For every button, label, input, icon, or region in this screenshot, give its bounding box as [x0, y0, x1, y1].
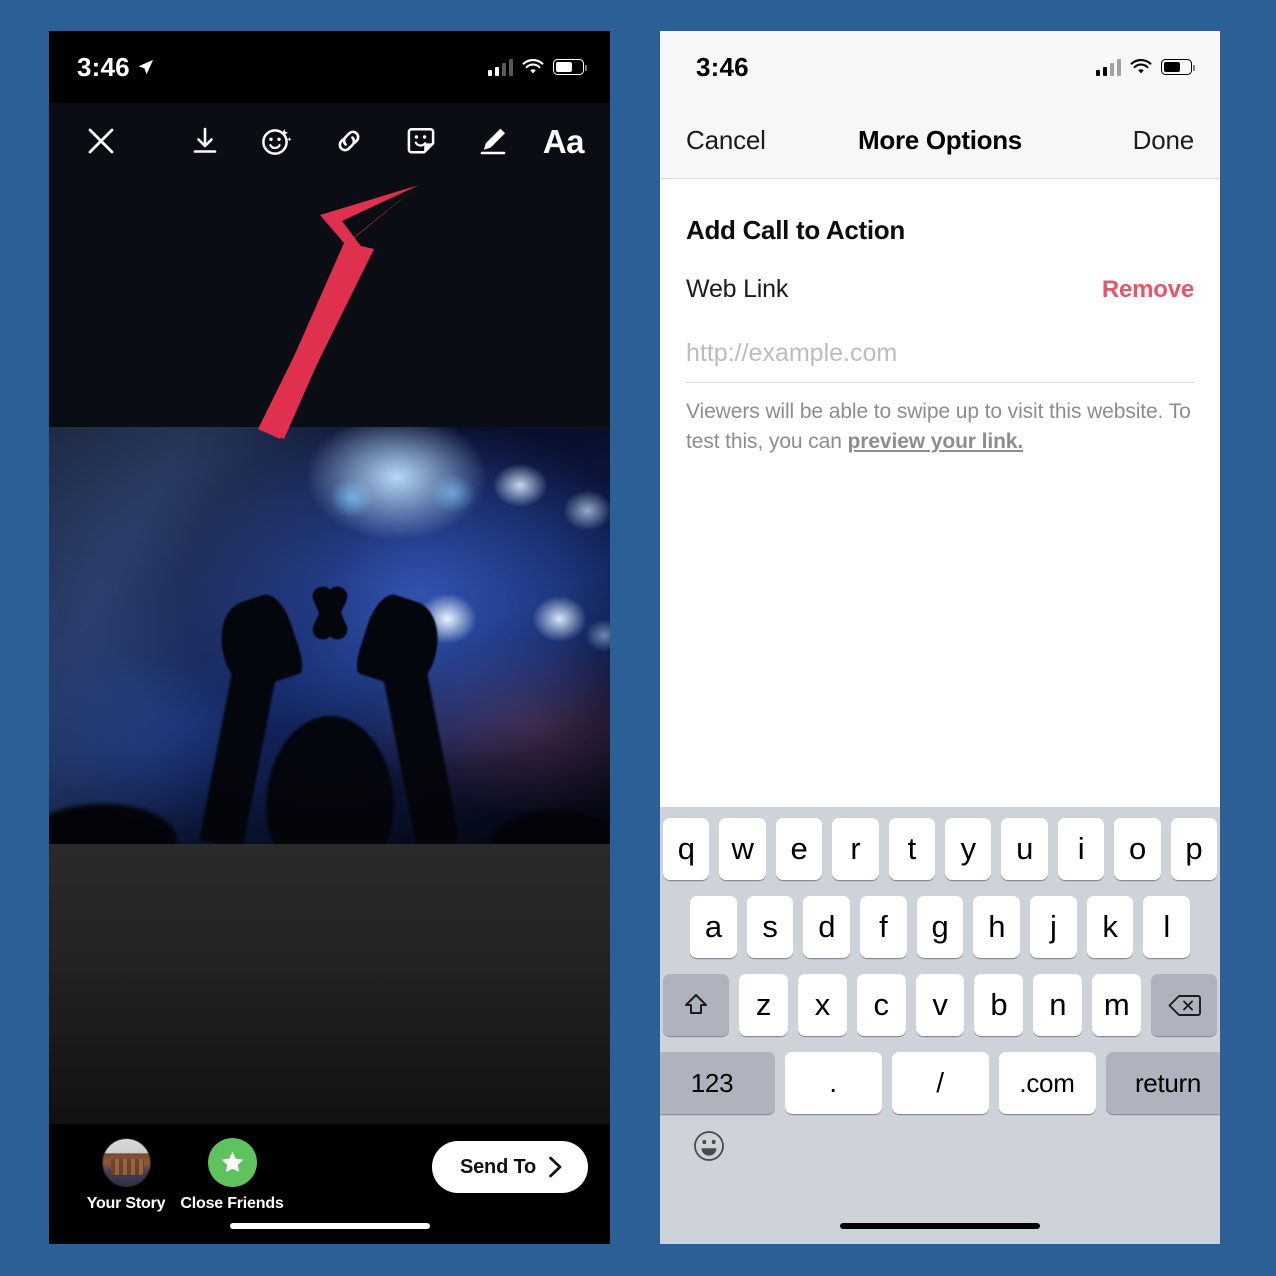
- story-photo: [49, 427, 610, 876]
- keyboard-row-3: z x c v b n m: [663, 974, 1218, 1036]
- key-k[interactable]: k: [1086, 896, 1134, 958]
- story-canvas: [49, 179, 610, 1124]
- key-n[interactable]: n: [1033, 974, 1083, 1036]
- key-y[interactable]: y: [945, 818, 992, 880]
- send-to-label: Send To: [459, 1155, 536, 1178]
- remove-button[interactable]: Remove: [1102, 276, 1194, 304]
- cancel-button[interactable]: Cancel: [686, 125, 766, 156]
- key-f[interactable]: f: [860, 896, 907, 958]
- send-to-button[interactable]: Send To: [431, 1141, 588, 1193]
- star-icon: [207, 1138, 257, 1187]
- keyboard-row-1: q w e r t y u i o p: [662, 818, 1218, 880]
- key-d[interactable]: d: [803, 896, 850, 958]
- more-options-phone: 3:46 Cancel More Options Done Add Call t…: [660, 31, 1220, 1244]
- draw-icon[interactable]: [471, 119, 515, 163]
- chevron-right-icon: [549, 1156, 562, 1178]
- status-bar-time: 3:46: [77, 51, 130, 82]
- key-u[interactable]: u: [1001, 818, 1048, 880]
- key-w[interactable]: w: [719, 818, 766, 880]
- period-key[interactable]: .: [784, 1052, 882, 1114]
- status-bar: 3:46: [49, 31, 610, 103]
- wifi-icon: [522, 58, 544, 73]
- navigation-bar: Cancel More Options Done: [660, 103, 1220, 179]
- effects-icon[interactable]: [255, 119, 299, 163]
- web-link-row: Web Link Remove: [686, 275, 1194, 304]
- section-title: Add Call to Action: [686, 215, 905, 245]
- key-g[interactable]: g: [916, 896, 964, 958]
- key-o[interactable]: o: [1114, 818, 1161, 880]
- save-icon[interactable]: [183, 119, 227, 163]
- close-button[interactable]: [79, 119, 123, 163]
- preview-your-link-link[interactable]: preview your link.: [848, 430, 1024, 453]
- toolbar-tools: Aa: [183, 119, 585, 163]
- home-indicator: [840, 1223, 1040, 1229]
- helper-text: Viewers will be able to swipe up to visi…: [686, 397, 1194, 457]
- key-j[interactable]: j: [1030, 896, 1077, 958]
- onscreen-keyboard: q w e r t y u i o p a s d f g h j k l z …: [660, 807, 1220, 1244]
- canvas-bottom-padding: [49, 844, 610, 1124]
- instagram-story-editor-phone: 3:46 Aa Your Story Close Friends Send To: [49, 31, 610, 1244]
- key-v[interactable]: v: [915, 974, 965, 1036]
- key-t[interactable]: t: [888, 818, 935, 880]
- canvas-top-padding: [49, 179, 610, 427]
- dotcom-key[interactable]: .com: [998, 1052, 1096, 1114]
- key-x[interactable]: x: [797, 974, 847, 1036]
- battery-icon: [1161, 59, 1196, 75]
- key-p[interactable]: p: [1170, 818, 1218, 880]
- story-editor-toolbar: Aa: [49, 103, 610, 179]
- status-bar-indicators: [1095, 58, 1196, 76]
- audience-your-story[interactable]: Your Story: [73, 1138, 179, 1213]
- keyboard-bottom-row: [663, 1114, 1217, 1192]
- close-friends-label: Close Friends: [180, 1195, 284, 1212]
- key-z[interactable]: z: [739, 974, 788, 1036]
- wifi-icon: [1130, 58, 1152, 73]
- return-key[interactable]: return: [1105, 1052, 1220, 1114]
- status-bar: 3:46: [660, 31, 1220, 103]
- your-story-label: Your Story: [86, 1195, 166, 1212]
- emoji-smiley-icon[interactable]: [689, 1126, 729, 1166]
- key-s[interactable]: s: [746, 896, 794, 958]
- cellular-signal-icon: [487, 58, 513, 76]
- key-h[interactable]: h: [973, 896, 1021, 958]
- link-icon[interactable]: [327, 119, 371, 163]
- key-c[interactable]: c: [856, 974, 906, 1036]
- key-e[interactable]: e: [775, 818, 823, 880]
- audience-close-friends[interactable]: Close Friends: [179, 1138, 285, 1213]
- key-b[interactable]: b: [974, 974, 1024, 1036]
- photo-vignette: [49, 427, 610, 844]
- key-m[interactable]: m: [1092, 974, 1142, 1036]
- status-bar-time: 3:46: [696, 51, 749, 82]
- numbers-key[interactable]: 123: [660, 1052, 775, 1114]
- key-a[interactable]: a: [689, 896, 737, 958]
- status-bar-time-group: 3:46: [77, 52, 154, 83]
- location-arrow-icon: [138, 59, 153, 74]
- delete-backspace-icon[interactable]: [1151, 974, 1218, 1036]
- key-l[interactable]: l: [1143, 896, 1191, 958]
- battery-icon: [553, 59, 588, 75]
- keyboard-row-4: 123 . / .com return: [660, 1052, 1220, 1114]
- home-indicator: [229, 1223, 430, 1229]
- key-q[interactable]: q: [662, 818, 710, 880]
- avatar: [101, 1138, 151, 1187]
- web-link-label: Web Link: [686, 275, 789, 303]
- status-bar-indicators: [487, 58, 588, 76]
- key-i[interactable]: i: [1057, 818, 1105, 880]
- slash-key[interactable]: /: [891, 1052, 989, 1114]
- cellular-signal-icon: [1095, 58, 1121, 76]
- call-to-action-form: Add Call to Action Web Link Remove Viewe…: [660, 179, 1220, 799]
- text-icon[interactable]: Aa: [543, 125, 585, 158]
- key-r[interactable]: r: [832, 818, 879, 880]
- sticker-icon[interactable]: [399, 119, 443, 163]
- close-x-icon[interactable]: [79, 119, 123, 163]
- done-button[interactable]: Done: [1133, 125, 1195, 156]
- keyboard-row-2: a s d f g h j k l: [663, 896, 1217, 958]
- shift-icon[interactable]: [663, 974, 729, 1036]
- url-input[interactable]: [686, 339, 1194, 383]
